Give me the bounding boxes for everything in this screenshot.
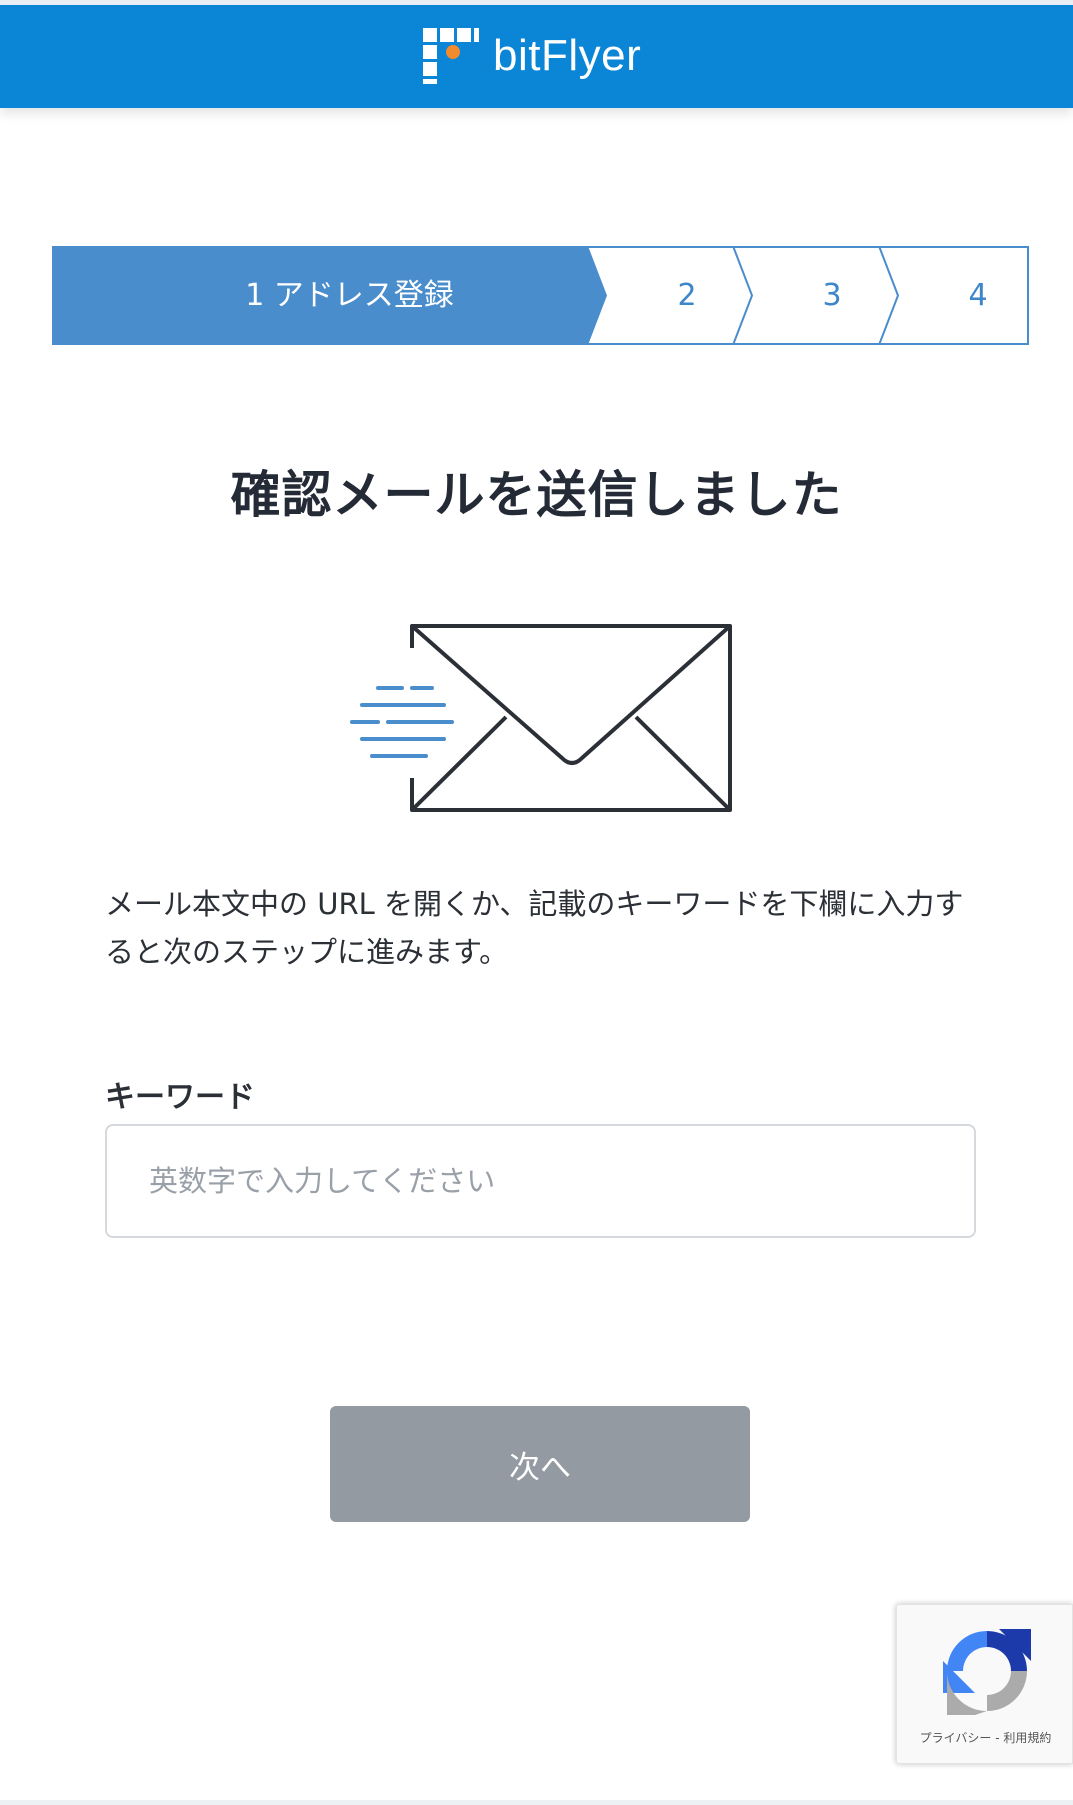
bitflyer-logo-icon (423, 28, 479, 84)
status-strip (0, 0, 1073, 5)
step-4-label: 4 (968, 278, 988, 313)
next-button[interactable]: 次へ (330, 1406, 750, 1522)
recaptcha-badge[interactable]: プライバシー - 利用規約 (896, 1604, 1073, 1764)
keyword-label: キーワード (105, 1080, 255, 1115)
registration-stepper: 1 アドレス登録 2 3 4 (52, 246, 1029, 345)
step-3-label: 3 (822, 278, 842, 313)
recaptcha-icon (943, 1629, 1031, 1715)
recaptcha-links: プライバシー - 利用規約 (897, 1729, 1073, 1746)
page-title: 確認メールを送信しました (230, 466, 843, 524)
step-2-label: 2 (677, 278, 697, 313)
page: bitFlyer 1 アドレス登録 2 3 4 確認メールを送信しました メール… (0, 0, 1073, 1805)
brand-logo[interactable]: bitFlyer (423, 28, 641, 84)
instruction-text: メール本文中の URL を開くか、記載のキーワードを下欄に入力すると次のステップ… (105, 887, 964, 969)
step-1-label: 1 アドレス登録 (245, 278, 454, 313)
brand-name: bitFlyer (493, 31, 642, 80)
bottom-divider (0, 1800, 1073, 1805)
app-header: bitFlyer (0, 0, 1073, 108)
link-separator: - (991, 1731, 1004, 1745)
privacy-link[interactable]: プライバシー (920, 1731, 992, 1745)
envelope-sent-icon (350, 624, 732, 812)
terms-link[interactable]: 利用規約 (1003, 1731, 1051, 1745)
keyword-input[interactable] (105, 1124, 976, 1238)
